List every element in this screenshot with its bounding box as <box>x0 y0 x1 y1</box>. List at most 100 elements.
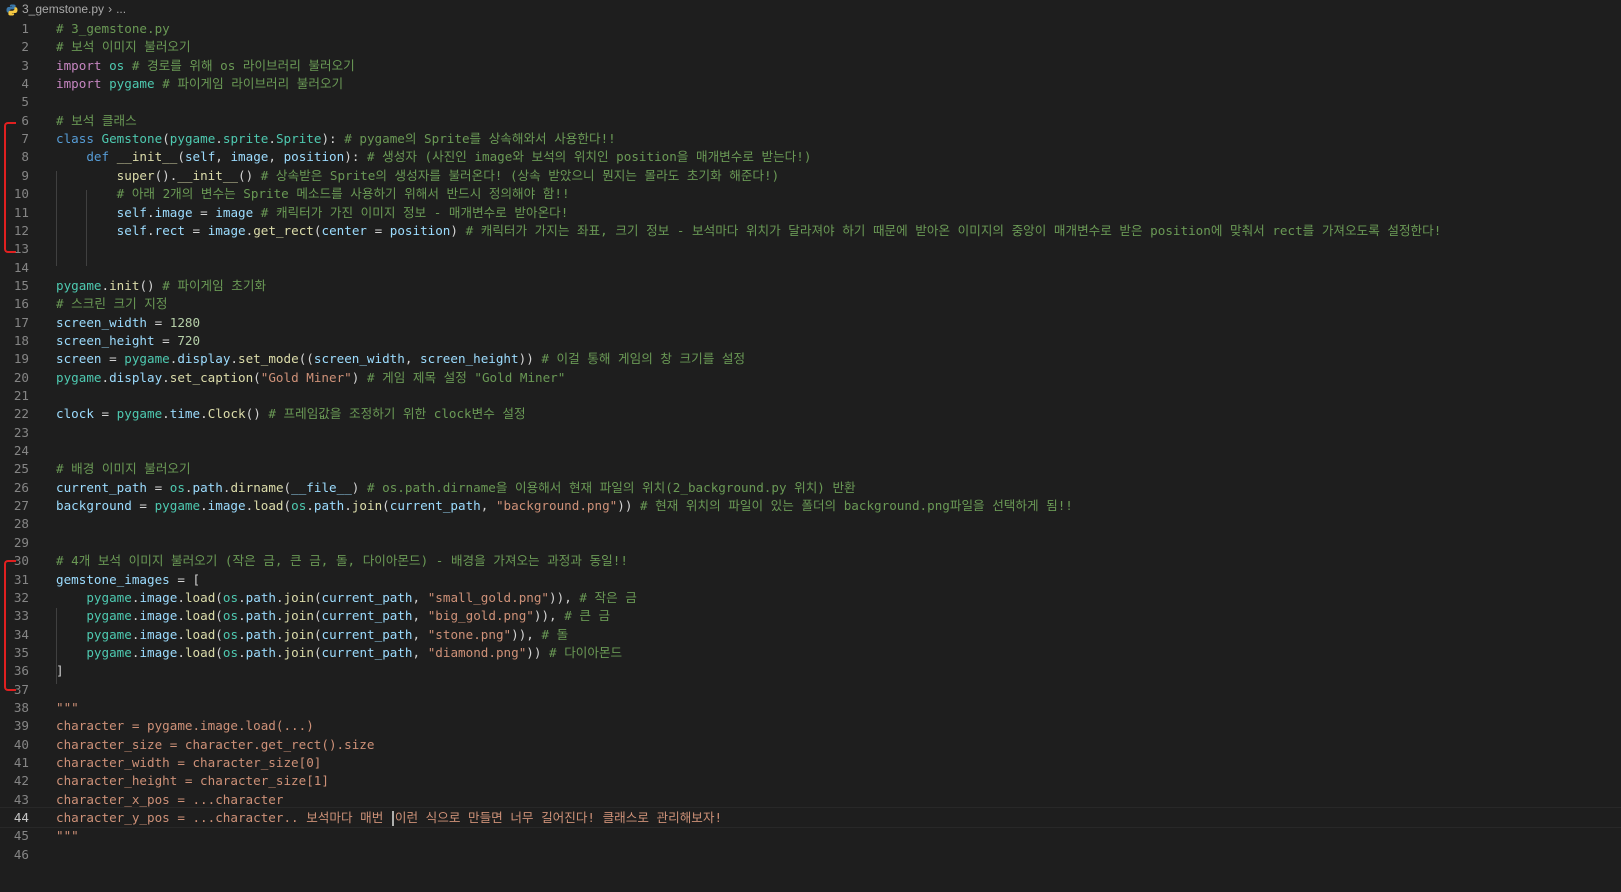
token: path <box>245 589 276 605</box>
token: . <box>276 626 284 642</box>
code-line[interactable]: 4 import pygame # 파이게임 라이브러리 불러오기 <box>0 74 1621 93</box>
token: , <box>412 626 428 642</box>
line-number: 2 <box>21 39 29 55</box>
code-text: screen_height = 720 <box>56 331 200 350</box>
code-line[interactable]: 8 def __init__(self, image, position): #… <box>0 147 1621 166</box>
token: current_path <box>321 626 413 642</box>
code-text: # 배경 이미지 불러오기 <box>56 459 191 478</box>
token: . <box>184 479 193 495</box>
code-line[interactable]: 38 """ <box>0 698 1621 717</box>
token: # 3_gemstone.py <box>56 21 170 36</box>
code-line[interactable]: 3 import os # 경로를 위해 os 라이브러리 불러오기 <box>0 56 1621 75</box>
token: # os.path.dirname을 이용해서 현재 파일의 위치(2_back… <box>366 479 856 495</box>
token: ] <box>56 663 64 679</box>
breadcrumb[interactable]: 3_gemstone.py › ... <box>0 0 1621 18</box>
code-line[interactable]: 46 <box>0 845 1621 864</box>
token: join <box>283 608 314 624</box>
code-line[interactable]: 17 screen_width = 1280 <box>0 313 1621 332</box>
code-line[interactable]: 21 <box>0 386 1621 405</box>
token: )), <box>549 589 580 605</box>
token: join <box>351 498 383 514</box>
code-line[interactable]: 33 pygame.image.load(os.path.join(curren… <box>0 606 1621 625</box>
code-line[interactable]: 13 <box>0 239 1621 258</box>
code-line[interactable]: 25 # 배경 이미지 불러오기 <box>0 459 1621 478</box>
token: pygame <box>86 608 132 624</box>
token: = <box>184 222 208 238</box>
code-line[interactable]: 28 <box>0 514 1621 533</box>
code-line[interactable]: 1 # 3_gemstone.py <box>0 19 1621 38</box>
token: screen_width <box>313 351 405 367</box>
token: image <box>154 204 193 220</box>
code-line[interactable]: 39 character = pygame.image.load(...) <box>0 716 1621 735</box>
token: # 상속받은 Sprite의 생성자를 불러온다! (상속 받았으니 뭔지는 몰… <box>260 167 780 183</box>
code-line[interactable]: 36] <box>0 661 1621 680</box>
breadcrumb-file[interactable]: 3_gemstone.py <box>22 0 104 18</box>
code-line[interactable]: 6 # 보석 클래스 <box>0 111 1621 130</box>
code-line[interactable]: 35 pygame.image.load(os.path.join(curren… <box>0 643 1621 662</box>
token: 1280 <box>169 314 201 330</box>
code-line[interactable]: 15 pygame.init() # 파이게임 초기화 <box>0 276 1621 295</box>
code-line[interactable]: 34 pygame.image.load(os.path.join(curren… <box>0 625 1621 644</box>
token: . <box>147 222 155 238</box>
code-line[interactable]: 23 <box>0 423 1621 442</box>
code-line[interactable]: 2 # 보석 이미지 불러오기 <box>0 37 1621 56</box>
token: # 작은 금 <box>579 589 637 605</box>
breadcrumb-trail[interactable]: ... <box>116 0 126 18</box>
token: os <box>291 498 307 514</box>
line-number: 11 <box>13 204 29 220</box>
token: path <box>192 479 223 495</box>
token: . <box>238 608 246 624</box>
token: current_path <box>56 479 147 495</box>
code-line[interactable]: 45 """ <box>0 826 1621 845</box>
token: os <box>222 644 239 660</box>
code-line[interactable]: 29 <box>0 533 1621 552</box>
code-line[interactable]: 30 # 4개 보석 이미지 불러오기 (작은 금, 큰 금, 돌, 다이아몬드)… <box>0 551 1621 570</box>
token: image <box>139 589 178 605</box>
line-number: 15 <box>13 277 29 293</box>
code-line[interactable]: 37 <box>0 680 1621 699</box>
code-line[interactable]: 20 pygame.display.set_caption("Gold Miner… <box>0 368 1621 387</box>
token: self <box>116 222 148 238</box>
token: # 게임 제목 설정 "Gold Miner" <box>366 369 566 385</box>
code-text: # 보석 클래스 <box>56 111 137 130</box>
code-line[interactable]: 40 character_size = character.get_rect().… <box>0 735 1621 754</box>
token: image <box>230 149 269 165</box>
code-line[interactable]: 10 # 아래 2개의 변수는 Sprite 메소드를 사용하기 위해서 반드시… <box>0 184 1621 203</box>
token: pygame <box>56 369 102 385</box>
code-line[interactable]: 27 background = pygame.image.load(os.path… <box>0 496 1621 515</box>
code-line[interactable]: 14 <box>0 258 1621 277</box>
code-line[interactable]: 42 character_height = character_size[1] <box>0 771 1621 790</box>
token: path <box>245 626 276 642</box>
token: ( <box>215 644 223 660</box>
code-line[interactable]: 11 self.image = image # 캐릭터가 가진 이미지 정보 -… <box>0 203 1621 222</box>
code-line[interactable]: 32 pygame.image.load(os.path.join(curren… <box>0 588 1621 607</box>
token: super <box>116 167 155 183</box>
token: get_rect <box>253 222 314 238</box>
code-text: import pygame # 파이게임 라이브러리 불러오기 <box>56 74 343 93</box>
code-line[interactable]: 43 character_x_pos = ...character <box>0 790 1621 809</box>
code-line[interactable]: 12 self.rect = image.get_rect(center = p… <box>0 221 1621 240</box>
code-line[interactable]: 24 <box>0 441 1621 460</box>
code-line[interactable]: 41 character_width = character_size[0] <box>0 753 1621 772</box>
code-line[interactable]: 16 # 스크린 크기 지정 <box>0 294 1621 313</box>
code-line[interactable]: 31 gemstone_images = [ <box>0 570 1621 589</box>
code-line[interactable]: 22 clock = pygame.time.Clock() # 프레임값을 조정… <box>0 404 1621 423</box>
code-line[interactable]: 7 class Gemstone(pygame.sprite.Sprite): #… <box>0 129 1621 148</box>
code-line[interactable]: 9 super().__init__() # 상속받은 Sprite의 생성자를… <box>0 166 1621 185</box>
token: pygame <box>109 76 155 92</box>
code-line[interactable]: 26 current_path = os.path.dirname(__file_… <box>0 478 1621 497</box>
code-line[interactable]: 19 screen = pygame.display.set_mode((scre… <box>0 349 1621 368</box>
code-line[interactable]: 18 screen_height = 720 <box>0 331 1621 350</box>
token: def <box>86 149 110 165</box>
text-cursor <box>391 811 394 827</box>
code-text: # 아래 2개의 변수는 Sprite 메소드를 사용하기 위해서 반드시 정의… <box>56 184 570 203</box>
code-line[interactable]: 44 character_y_pos = ...character.. 보석마다 … <box>0 807 1621 829</box>
token: screen <box>56 351 102 367</box>
token: . <box>276 608 284 624</box>
token: ): <box>321 131 345 147</box>
code-text: self.rect = image.get_rect(center = posi… <box>56 221 1442 240</box>
code-line[interactable]: 5 <box>0 92 1621 111</box>
